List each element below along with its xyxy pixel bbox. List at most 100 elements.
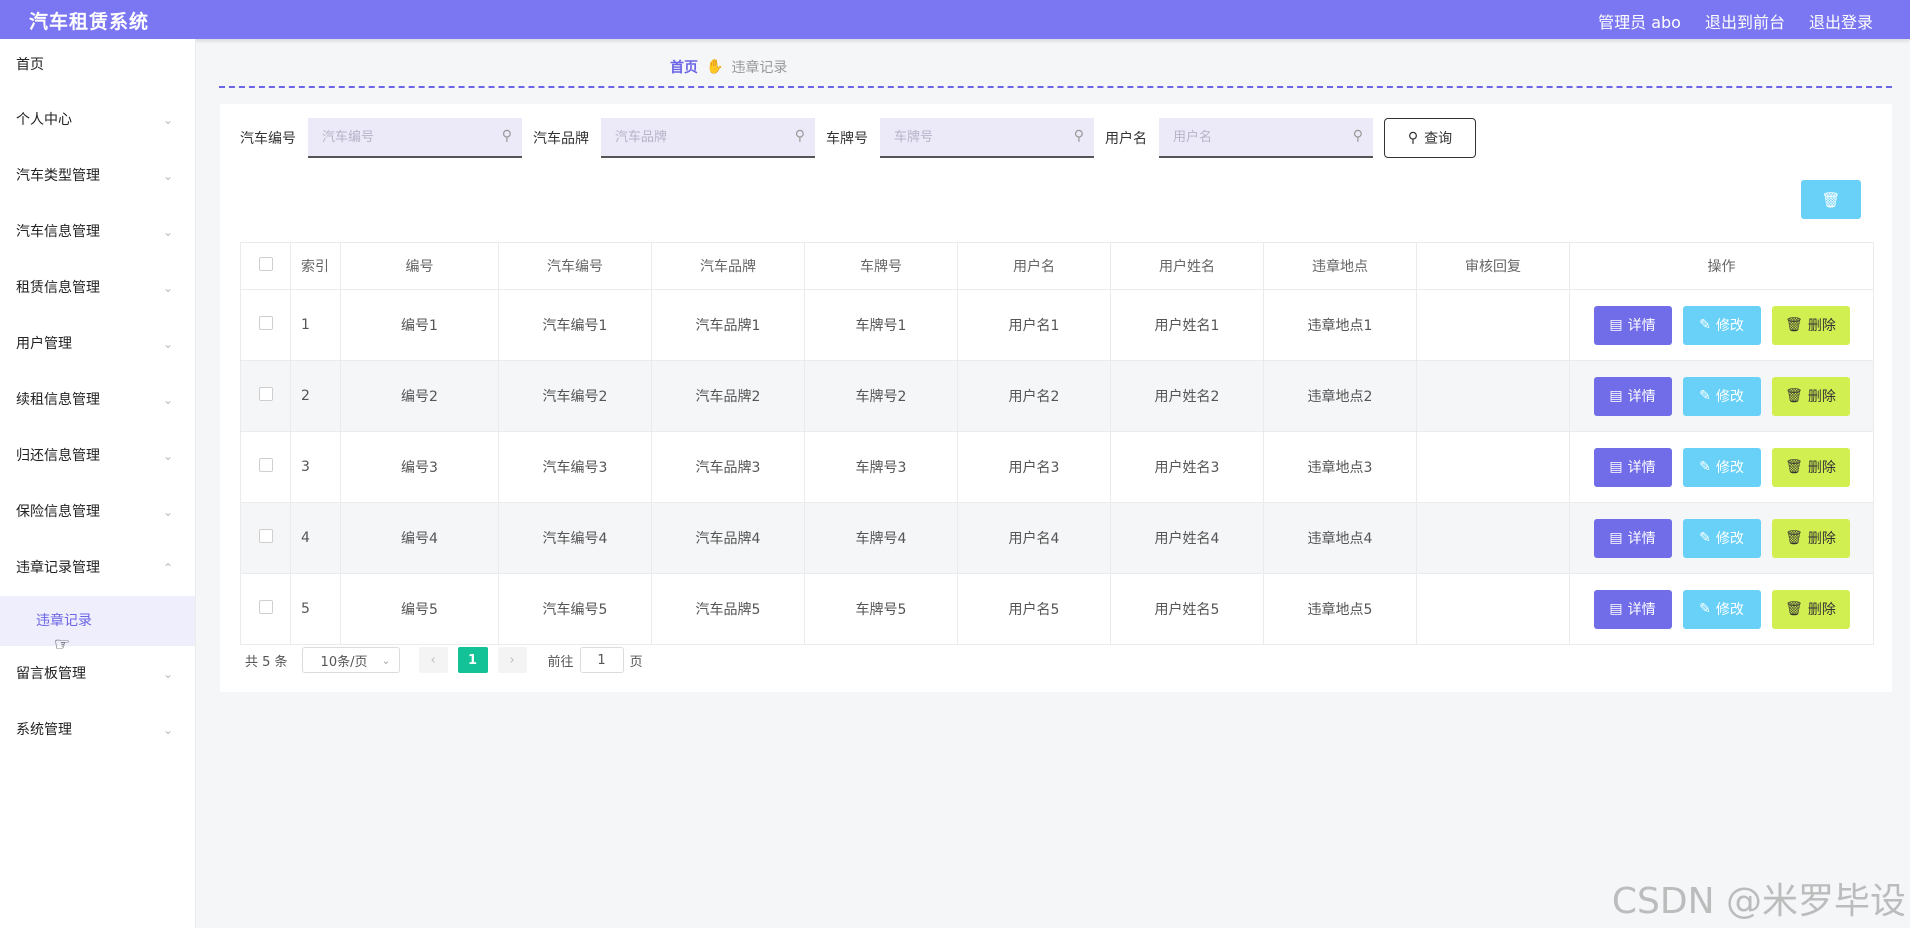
logout-link[interactable]: 退出登录 — [1809, 9, 1873, 33]
table-row: 2 编号2 汽车编号2 汽车品牌2 车牌号2 用户名2 用户姓名2 违章地点2 … — [240, 360, 1874, 432]
next-page-button[interactable]: › — [497, 647, 527, 673]
select-all-checkbox[interactable] — [258, 257, 273, 271]
edit-button[interactable]: ✎ 修改 — [1682, 589, 1761, 629]
car-number-field: ⚲ — [308, 118, 522, 158]
top-bar: 汽车租赁系统 管理员 abo 退出到前台 退出登录 — [0, 0, 1910, 39]
sidebar-item-label: 留言板管理 — [16, 666, 86, 682]
goto-page-input[interactable] — [579, 647, 624, 673]
search-icon: ⚲ — [794, 128, 805, 144]
row-checkbox[interactable] — [258, 458, 273, 472]
prev-page-button[interactable]: ‹ — [418, 647, 448, 673]
delete-button-label: 删除 — [1807, 318, 1836, 334]
pencil-icon: ✎ — [1699, 530, 1711, 546]
cell-review-reply — [1416, 360, 1570, 432]
edit-button[interactable]: ✎ 修改 — [1682, 447, 1761, 487]
query-button-label: 查询 — [1424, 131, 1453, 147]
column-header: 汽车品牌 — [651, 242, 805, 290]
username-input[interactable] — [1159, 118, 1345, 156]
sidebar-item-users[interactable]: 用户管理 ⌄ — [0, 316, 195, 372]
sidebar-item-label: 汽车类型管理 — [16, 168, 100, 184]
cell-actions: ▤ 详情 ✎ 修改 🗑 删除 — [1569, 502, 1874, 574]
delete-button[interactable]: 🗑 删除 — [1771, 589, 1850, 629]
sidebar-item-personal-center[interactable]: 个人中心 ⌄ — [0, 92, 195, 148]
detail-button[interactable]: ▤ 详情 — [1593, 589, 1672, 629]
hand-icon: ✋ — [706, 59, 724, 75]
sidebar-item-lease-info[interactable]: 租赁信息管理 ⌄ — [0, 260, 195, 316]
row-checkbox[interactable] — [258, 529, 273, 543]
edit-button[interactable]: ✎ 修改 — [1682, 305, 1761, 345]
cell-plate: 车牌号1 — [804, 289, 958, 361]
column-header: 用户名 — [957, 242, 1111, 290]
detail-button-label: 详情 — [1627, 531, 1656, 547]
edit-button-label: 修改 — [1715, 318, 1744, 334]
exit-to-front-link[interactable]: 退出到前台 — [1705, 9, 1785, 33]
car-number-label: 汽车编号 — [240, 131, 296, 147]
sidebar-item-home[interactable]: 首页 — [0, 39, 195, 92]
cell-user-fullname: 用户姓名2 — [1110, 360, 1264, 432]
edit-button-label: 修改 — [1715, 602, 1744, 618]
chevron-down-icon: ⌄ — [162, 281, 173, 295]
car-brand-input[interactable] — [601, 118, 787, 156]
total-count: 共 5 条 — [245, 654, 288, 670]
query-button[interactable]: ⚲ 查询 — [1384, 118, 1476, 158]
car-brand-field: ⚲ — [601, 118, 815, 158]
sidebar-item-car-type[interactable]: 汽车类型管理 ⌄ — [0, 148, 195, 204]
delete-button[interactable]: 🗑 删除 — [1771, 376, 1850, 416]
page-size-select[interactable]: 10条/页 ⌄ — [301, 647, 400, 673]
sidebar-item-renewal-info[interactable]: 续租信息管理 ⌄ — [0, 372, 195, 428]
row-checkbox[interactable] — [258, 316, 273, 330]
chevron-down-icon: ⌄ — [162, 225, 173, 239]
batch-delete-button[interactable]: 🗑 — [1801, 180, 1861, 219]
cell-user-fullname: 用户姓名1 — [1110, 289, 1264, 361]
trash-icon: 🗑 — [1785, 459, 1803, 475]
cell-username: 用户名3 — [957, 431, 1111, 503]
delete-button-label: 删除 — [1807, 460, 1836, 476]
cell-actions: ▤ 详情 ✎ 修改 🗑 删除 — [1569, 360, 1874, 432]
violation-table: 索引 编号 汽车编号 汽车品牌 车牌号 用户名 用户姓名 违章地点 审核回复 操… — [240, 242, 1874, 645]
cell-violation-place: 违章地点2 — [1263, 360, 1417, 432]
sidebar-item-message-board[interactable]: 留言板管理 ⌄ — [0, 646, 195, 702]
delete-button[interactable]: 🗑 删除 — [1771, 518, 1850, 558]
edit-button[interactable]: ✎ 修改 — [1682, 376, 1761, 416]
detail-button[interactable]: ▤ 详情 — [1593, 447, 1672, 487]
sidebar-item-violation-management[interactable]: 违章记录管理 ⌃ — [0, 540, 195, 596]
edit-button[interactable]: ✎ 修改 — [1682, 518, 1761, 558]
row-checkbox[interactable] — [258, 600, 273, 614]
sidebar-item-label: 个人中心 — [16, 112, 72, 128]
detail-button[interactable]: ▤ 详情 — [1593, 376, 1672, 416]
delete-button-label: 删除 — [1807, 602, 1836, 618]
sidebar-subitem-violation-records[interactable]: 违章记录 ☞ — [0, 596, 195, 655]
sidebar-item-system[interactable]: 系统管理 ⌄ — [0, 702, 195, 758]
document-icon: ▤ — [1609, 317, 1623, 333]
cell-index: 2 — [290, 360, 341, 432]
column-header: 用户姓名 — [1110, 242, 1264, 290]
sidebar: 首页 个人中心 ⌄ 汽车类型管理 ⌄ 汽车信息管理 ⌄ 租赁信息管理 ⌄ 用户管理 ⌄ 续… — [0, 39, 196, 928]
row-checkbox[interactable] — [258, 387, 273, 401]
edit-button-label: 修改 — [1715, 389, 1744, 405]
document-icon: ▤ — [1609, 601, 1623, 617]
search-bar: 汽车编号 ⚲ 汽车品牌 ⚲ 车牌号 ⚲ 用户名 ⚲ ⚲ 查询 — [240, 118, 1476, 158]
cell-index: 1 — [290, 289, 341, 361]
car-number-input[interactable] — [308, 118, 494, 156]
admin-user-link[interactable]: 管理员 abo — [1598, 9, 1681, 33]
delete-button[interactable]: 🗑 删除 — [1771, 305, 1850, 345]
search-icon: ⚲ — [1352, 128, 1363, 144]
cell-review-reply — [1416, 502, 1570, 574]
sidebar-item-return-info[interactable]: 归还信息管理 ⌄ — [0, 428, 195, 484]
detail-button[interactable]: ▤ 详情 — [1593, 518, 1672, 558]
sidebar-item-car-info[interactable]: 汽车信息管理 ⌄ — [0, 204, 195, 260]
page-number-current[interactable]: 1 — [457, 647, 488, 673]
sidebar-item-insurance-info[interactable]: 保险信息管理 ⌄ — [0, 484, 195, 540]
detail-button[interactable]: ▤ 详情 — [1593, 305, 1672, 345]
sidebar-item-label: 违章记录管理 — [16, 560, 100, 576]
breadcrumb-home[interactable]: 首页 — [670, 57, 698, 77]
table-row: 4 编号4 汽车编号4 汽车品牌4 车牌号4 用户名4 用户姓名4 违章地点4 … — [240, 502, 1874, 574]
content-card: 汽车编号 ⚲ 汽车品牌 ⚲ 车牌号 ⚲ 用户名 ⚲ ⚲ 查询 🗑 — [220, 104, 1892, 692]
cell-car-number: 汽车编号2 — [498, 360, 652, 432]
app-title: 汽车租赁系统 — [29, 11, 150, 33]
cell-review-reply — [1416, 289, 1570, 361]
delete-button[interactable]: 🗑 删除 — [1771, 447, 1850, 487]
cell-code: 编号2 — [340, 360, 499, 432]
column-header: 违章地点 — [1263, 242, 1417, 290]
plate-input[interactable] — [880, 118, 1066, 156]
